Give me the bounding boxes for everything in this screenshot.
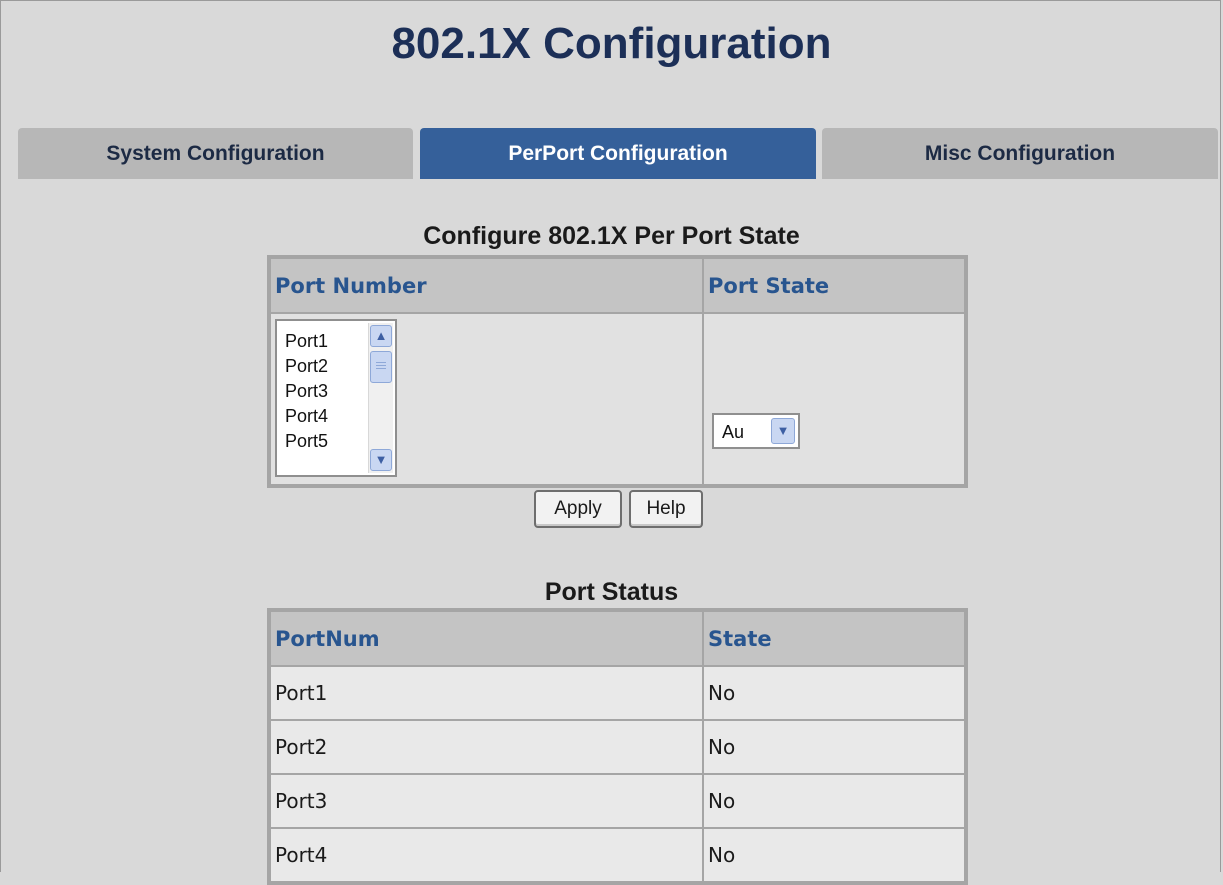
help-button[interactable]: Help bbox=[629, 490, 703, 528]
config-section-title: Configure 802.1X Per Port State bbox=[423, 222, 800, 250]
port-state-cell: Au ▼ bbox=[703, 313, 965, 485]
tab-perport-configuration[interactable]: PerPort Configuration bbox=[420, 128, 816, 179]
tab-misc-configuration[interactable]: Misc Configuration bbox=[822, 128, 1218, 179]
port-state-value: Au bbox=[722, 421, 745, 442]
tab-system-configuration[interactable]: System Configuration bbox=[18, 128, 413, 179]
chevron-down-icon[interactable]: ▼ bbox=[771, 417, 795, 444]
row-port: Port4 bbox=[270, 828, 703, 882]
port-number-cell: Port1 Port2 Port3 Port4 Port5 ▲ ▼ bbox=[270, 313, 703, 485]
port-list-options: Port1 Port2 Port3 Port4 Port5 bbox=[285, 329, 328, 454]
port-option[interactable]: Port1 bbox=[285, 329, 328, 354]
table-row: Port2 No bbox=[270, 720, 965, 774]
scrollbar-thumb[interactable] bbox=[370, 351, 392, 383]
port-list-scrollbar[interactable]: ▲ ▼ bbox=[368, 323, 393, 473]
state-header: State bbox=[703, 611, 965, 666]
table-row: Port1 No bbox=[270, 666, 965, 720]
apply-button[interactable]: Apply bbox=[534, 490, 622, 528]
chevron-down-icon[interactable]: ▼ bbox=[370, 449, 392, 471]
port-list-select[interactable]: Port1 Port2 Port3 Port4 Port5 ▲ ▼ bbox=[275, 319, 397, 477]
chevron-up-icon[interactable]: ▲ bbox=[370, 325, 392, 347]
port-status-table: PortNum State Port1 No Port2 No Port3 No… bbox=[267, 608, 968, 885]
tab-bar: System Configuration PerPort Configurati… bbox=[18, 128, 1218, 179]
per-port-config-table: Port Number Port State Port1 Port2 Port3… bbox=[267, 255, 968, 488]
port-option[interactable]: Port5 bbox=[285, 429, 328, 454]
table-row: Port4 No bbox=[270, 828, 965, 882]
row-state: No bbox=[703, 828, 965, 882]
status-section-title: Port Status bbox=[544, 578, 679, 606]
row-port: Port2 bbox=[270, 720, 703, 774]
row-state: No bbox=[703, 774, 965, 828]
row-port: Port3 bbox=[270, 774, 703, 828]
page-title: 802.1X Configuration bbox=[391, 19, 832, 68]
port-option[interactable]: Port2 bbox=[285, 354, 328, 379]
row-port: Port1 bbox=[270, 666, 703, 720]
table-row: Port3 No bbox=[270, 774, 965, 828]
row-state: No bbox=[703, 666, 965, 720]
row-state: No bbox=[703, 720, 965, 774]
port-state-select[interactable]: Au ▼ bbox=[712, 412, 800, 449]
port-state-header: Port State bbox=[703, 258, 965, 313]
portnum-header: PortNum bbox=[270, 611, 703, 666]
port-number-header: Port Number bbox=[270, 258, 703, 313]
port-option[interactable]: Port4 bbox=[285, 404, 328, 429]
port-option[interactable]: Port3 bbox=[285, 379, 328, 404]
